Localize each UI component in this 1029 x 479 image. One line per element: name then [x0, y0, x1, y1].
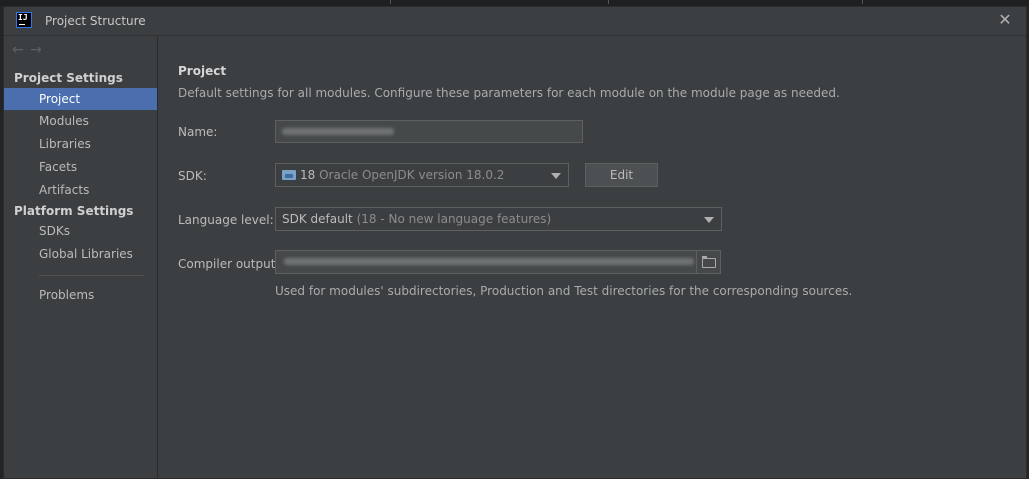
page-title: Project [178, 64, 227, 78]
sidebar-divider [39, 275, 144, 276]
sdk-version: 18 [300, 168, 316, 182]
language-level-selected-value: SDK default (18 - No new language featur… [282, 212, 551, 226]
sidebar-item-global-libraries[interactable]: Global Libraries [4, 243, 157, 265]
project-settings-heading: Project Settings [14, 71, 123, 85]
platform-settings-heading: Platform Settings [14, 204, 134, 218]
compiler-output-hint: Used for modules' subdirectories, Produc… [275, 284, 853, 298]
background-mark [862, 0, 863, 4]
app-icon-text: IJ [18, 13, 28, 22]
title-bar[interactable]: IJ Project Structure ✕ [4, 7, 1026, 36]
sidebar-item-problems[interactable]: Problems [4, 284, 157, 306]
sdk-label: SDK: [178, 169, 207, 183]
background-mark [390, 0, 391, 4]
project-structure-dialog: IJ Project Structure ✕ ← → Project Settin… [3, 6, 1027, 479]
sdk-dropdown[interactable]: 18 Oracle OpenJDK version 18.0.2 [275, 163, 569, 187]
edit-sdk-button[interactable]: Edit [585, 163, 658, 187]
folder-browse-icon[interactable] [696, 251, 720, 273]
language-level-label: Language level: [178, 213, 274, 227]
compiler-output-label: Compiler output: [178, 257, 280, 271]
sidebar-item-libraries[interactable]: Libraries [4, 133, 157, 155]
language-level-value: SDK default [282, 212, 353, 226]
sidebar-item-modules[interactable]: Modules [4, 110, 157, 132]
close-icon[interactable]: ✕ [997, 12, 1013, 28]
settings-sidebar: ← → Project Settings Project Modules Libr… [4, 36, 158, 478]
redacted-compiler-output-path [284, 258, 694, 265]
sdk-folder-icon [282, 170, 296, 180]
compiler-output-field[interactable] [275, 250, 721, 274]
page-description: Default settings for all modules. Config… [178, 86, 840, 100]
chevron-down-icon [551, 173, 561, 179]
sdk-name: Oracle OpenJDK version 18.0.2 [319, 168, 505, 182]
name-label: Name: [178, 125, 218, 139]
project-name-field[interactable] [275, 120, 583, 143]
window-title: Project Structure [45, 14, 146, 28]
back-arrow-icon[interactable]: ← [12, 42, 30, 58]
history-navigation: ← → [12, 42, 48, 58]
intellij-app-icon: IJ [16, 12, 32, 28]
redacted-name-text [282, 128, 394, 135]
sidebar-item-facets[interactable]: Facets [4, 156, 157, 178]
language-level-detail: (18 - No new language features) [356, 212, 552, 226]
background-mark [608, 0, 609, 4]
language-level-dropdown[interactable]: SDK default (18 - No new language featur… [275, 207, 722, 231]
sdk-selected-value: 18 Oracle OpenJDK version 18.0.2 [282, 168, 504, 182]
sidebar-item-artifacts[interactable]: Artifacts [4, 179, 157, 201]
chevron-down-icon [704, 217, 714, 223]
project-settings-panel: Project Default settings for all modules… [158, 36, 1026, 478]
forward-arrow-icon[interactable]: → [30, 42, 48, 58]
sidebar-item-project[interactable]: Project [4, 88, 157, 110]
sidebar-item-sdks[interactable]: SDKs [4, 220, 157, 242]
